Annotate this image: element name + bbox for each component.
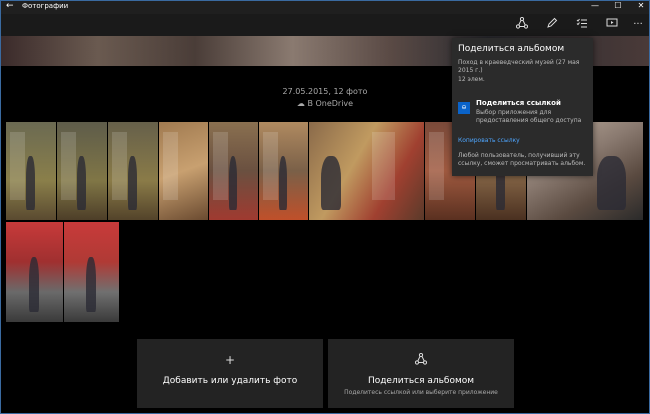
photo-thumbnail-11[interactable] (6, 222, 63, 322)
photo-thumbnail-5[interactable] (209, 122, 258, 220)
flyout-item-count: 12 элем. (458, 76, 485, 83)
share-album-button[interactable]: Поделиться альбомом Поделитесь ссылкой и… (328, 339, 514, 408)
link-icon[interactable]: ⊖ (458, 102, 470, 114)
flyout-note: Любой пользователь, получивший эту ссылк… (458, 152, 586, 167)
photo-thumbnail-3[interactable] (108, 122, 158, 220)
photo-thumbnail-6[interactable] (259, 122, 308, 220)
share-link-option[interactable]: Поделиться ссылкой (476, 99, 561, 107)
add-remove-label: Добавить или удалить фото (162, 376, 298, 386)
minimize-button[interactable]: — (588, 1, 602, 10)
command-bar: ··· (0, 14, 650, 36)
title-bar: ← Фотографии — ☐ ✕ (0, 0, 650, 14)
photo-thumbnail-7[interactable] (309, 122, 424, 220)
share-album-flyout: Поделиться альбомом Поход в краеведчески… (452, 38, 593, 176)
window-title: Фотографии (22, 2, 69, 10)
share-icon[interactable] (514, 16, 530, 33)
onedrive-label: В OneDrive (307, 99, 354, 108)
photo-thumbnail-4[interactable] (159, 122, 208, 220)
share-album-sublabel: Поделитесь ссылкой или выберите приложен… (344, 389, 498, 396)
flyout-title: Поделиться альбомом (458, 44, 565, 54)
share-icon (328, 352, 514, 368)
more-icon[interactable]: ··· (630, 17, 646, 33)
back-arrow-icon[interactable]: ← (6, 1, 14, 11)
maximize-button[interactable]: ☐ (611, 1, 625, 10)
plus-icon: + (224, 353, 236, 367)
copy-link-button[interactable]: Копировать ссылку (458, 137, 520, 144)
hero-title (250, 36, 261, 57)
share-album-label: Поделиться альбомом (367, 376, 475, 386)
pencil-icon[interactable] (544, 17, 560, 33)
photo-thumbnail-12[interactable] (64, 222, 119, 322)
cloud-icon: ☁ (296, 99, 305, 108)
share-link-description: Выбор приложения для предоставления обще… (476, 109, 582, 124)
add-remove-photos-button[interactable]: + Добавить или удалить фото (137, 339, 323, 408)
flyout-album-name: Поход в краеведческий музей (27 мая 2015… (458, 59, 580, 74)
slideshow-icon[interactable] (604, 17, 620, 33)
select-icon[interactable] (574, 17, 590, 33)
close-button[interactable]: ✕ (634, 1, 648, 10)
photo-thumbnail-1[interactable] (6, 122, 56, 220)
photo-thumbnail-2[interactable] (57, 122, 107, 220)
